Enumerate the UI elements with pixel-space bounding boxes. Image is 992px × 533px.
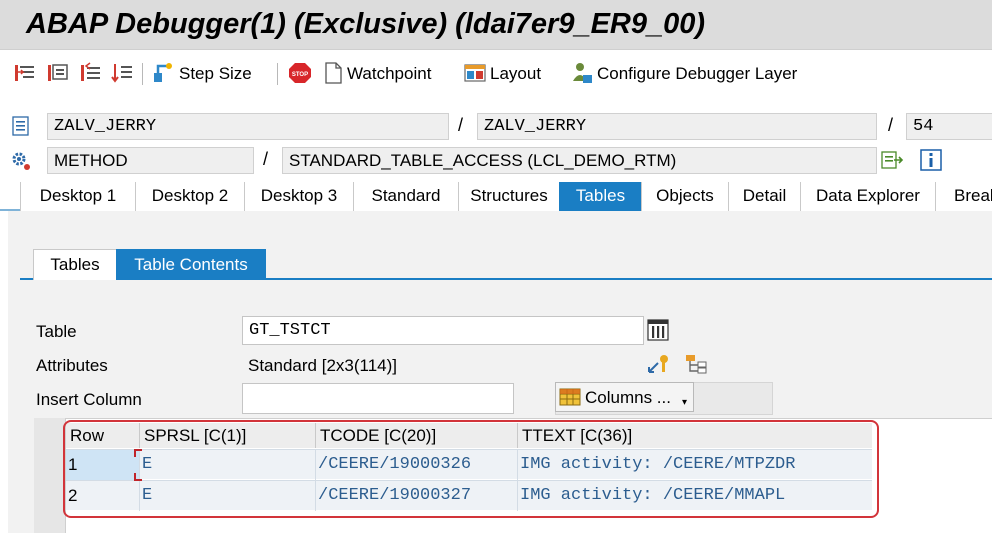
- toolbar: Step Size STOP Watchpoint Layout Configu…: [0, 51, 992, 97]
- continue-icon[interactable]: [110, 61, 136, 85]
- svg-text:STOP: STOP: [292, 72, 308, 78]
- columns-button-label: Columns ...: [585, 388, 671, 407]
- toolbar-separator: [142, 63, 143, 85]
- line-number-field: 54: [906, 113, 992, 140]
- watchpoint-icon[interactable]: [320, 61, 346, 85]
- layout-button[interactable]: Layout: [490, 64, 541, 84]
- stop-icon[interactable]: STOP: [287, 61, 313, 85]
- subtab-table-contents[interactable]: Table Contents: [116, 249, 266, 280]
- window-title: ABAP Debugger(1) (Exclusive) (ldai7er9_E…: [26, 8, 706, 40]
- configure-layer-icon[interactable]: [568, 61, 594, 85]
- dropdown-arrow-icon: ▾: [682, 397, 688, 408]
- toolbar-separator: [277, 63, 278, 85]
- attributes-value: Standard [2x3(114)]: [248, 356, 397, 375]
- info-icon[interactable]: [920, 149, 942, 171]
- sub-tab-bar: Tables Table Contents: [20, 249, 992, 280]
- tab-desktop-2[interactable]: Desktop 2: [135, 182, 244, 211]
- tab-break[interactable]: Break: [935, 182, 992, 211]
- tab-detail[interactable]: Detail: [728, 182, 800, 211]
- source-code-icon: [10, 115, 32, 137]
- return-icon[interactable]: [78, 61, 104, 85]
- edit-key-icon[interactable]: [646, 352, 672, 376]
- columns-grid-icon: [559, 387, 581, 407]
- step-size-icon[interactable]: [150, 61, 176, 85]
- layout-icon[interactable]: [462, 61, 488, 85]
- insert-column-label: Insert Column: [36, 390, 142, 409]
- single-step-icon[interactable]: [12, 61, 38, 85]
- subtab-tables[interactable]: Tables: [33, 249, 117, 280]
- title-bar: ABAP Debugger(1) (Exclusive) (ldai7er9_E…: [0, 0, 992, 50]
- watchpoint-button[interactable]: Watchpoint: [347, 64, 431, 84]
- highlight-box: [63, 420, 879, 518]
- insert-column-input[interactable]: [242, 383, 514, 414]
- tab-standard[interactable]: Standard: [353, 182, 458, 211]
- table-label: Table: [36, 322, 77, 341]
- main-tab-bar: Desktop 1 Desktop 2 Desktop 3 Standard S…: [0, 182, 992, 211]
- attributes-label: Attributes: [36, 356, 108, 375]
- tab-data-explorer[interactable]: Data Explorer: [800, 182, 935, 211]
- tab-desktop-3[interactable]: Desktop 3: [244, 182, 353, 211]
- navigate-source-icon[interactable]: [880, 149, 904, 171]
- event-type-field: METHOD: [47, 147, 254, 174]
- configure-debugger-layer-button[interactable]: Configure Debugger Layer: [597, 64, 797, 84]
- tab-objects[interactable]: Objects: [641, 182, 728, 211]
- include-field: ZALV_JERRY: [477, 113, 877, 140]
- columns-button[interactable]: Columns ... ▾: [555, 382, 694, 412]
- tab-tables[interactable]: Tables: [559, 182, 641, 211]
- tab-desktop-1[interactable]: Desktop 1: [20, 182, 135, 211]
- tab-structures[interactable]: Structures: [458, 182, 559, 211]
- event-field: STANDARD_TABLE_ACCESS (LCL_DEMO_RTM): [282, 147, 877, 174]
- program-field: ZALV_JERRY: [47, 113, 449, 140]
- table-display-icon[interactable]: [647, 319, 669, 341]
- step-size-button[interactable]: Step Size: [179, 64, 252, 84]
- row-selector-column: [34, 418, 66, 533]
- method-gear-icon: [10, 150, 32, 172]
- execute-icon[interactable]: [45, 61, 71, 85]
- table-structure-icon[interactable]: [684, 352, 710, 376]
- table-name-input[interactable]: GT_TSTCT: [242, 316, 644, 345]
